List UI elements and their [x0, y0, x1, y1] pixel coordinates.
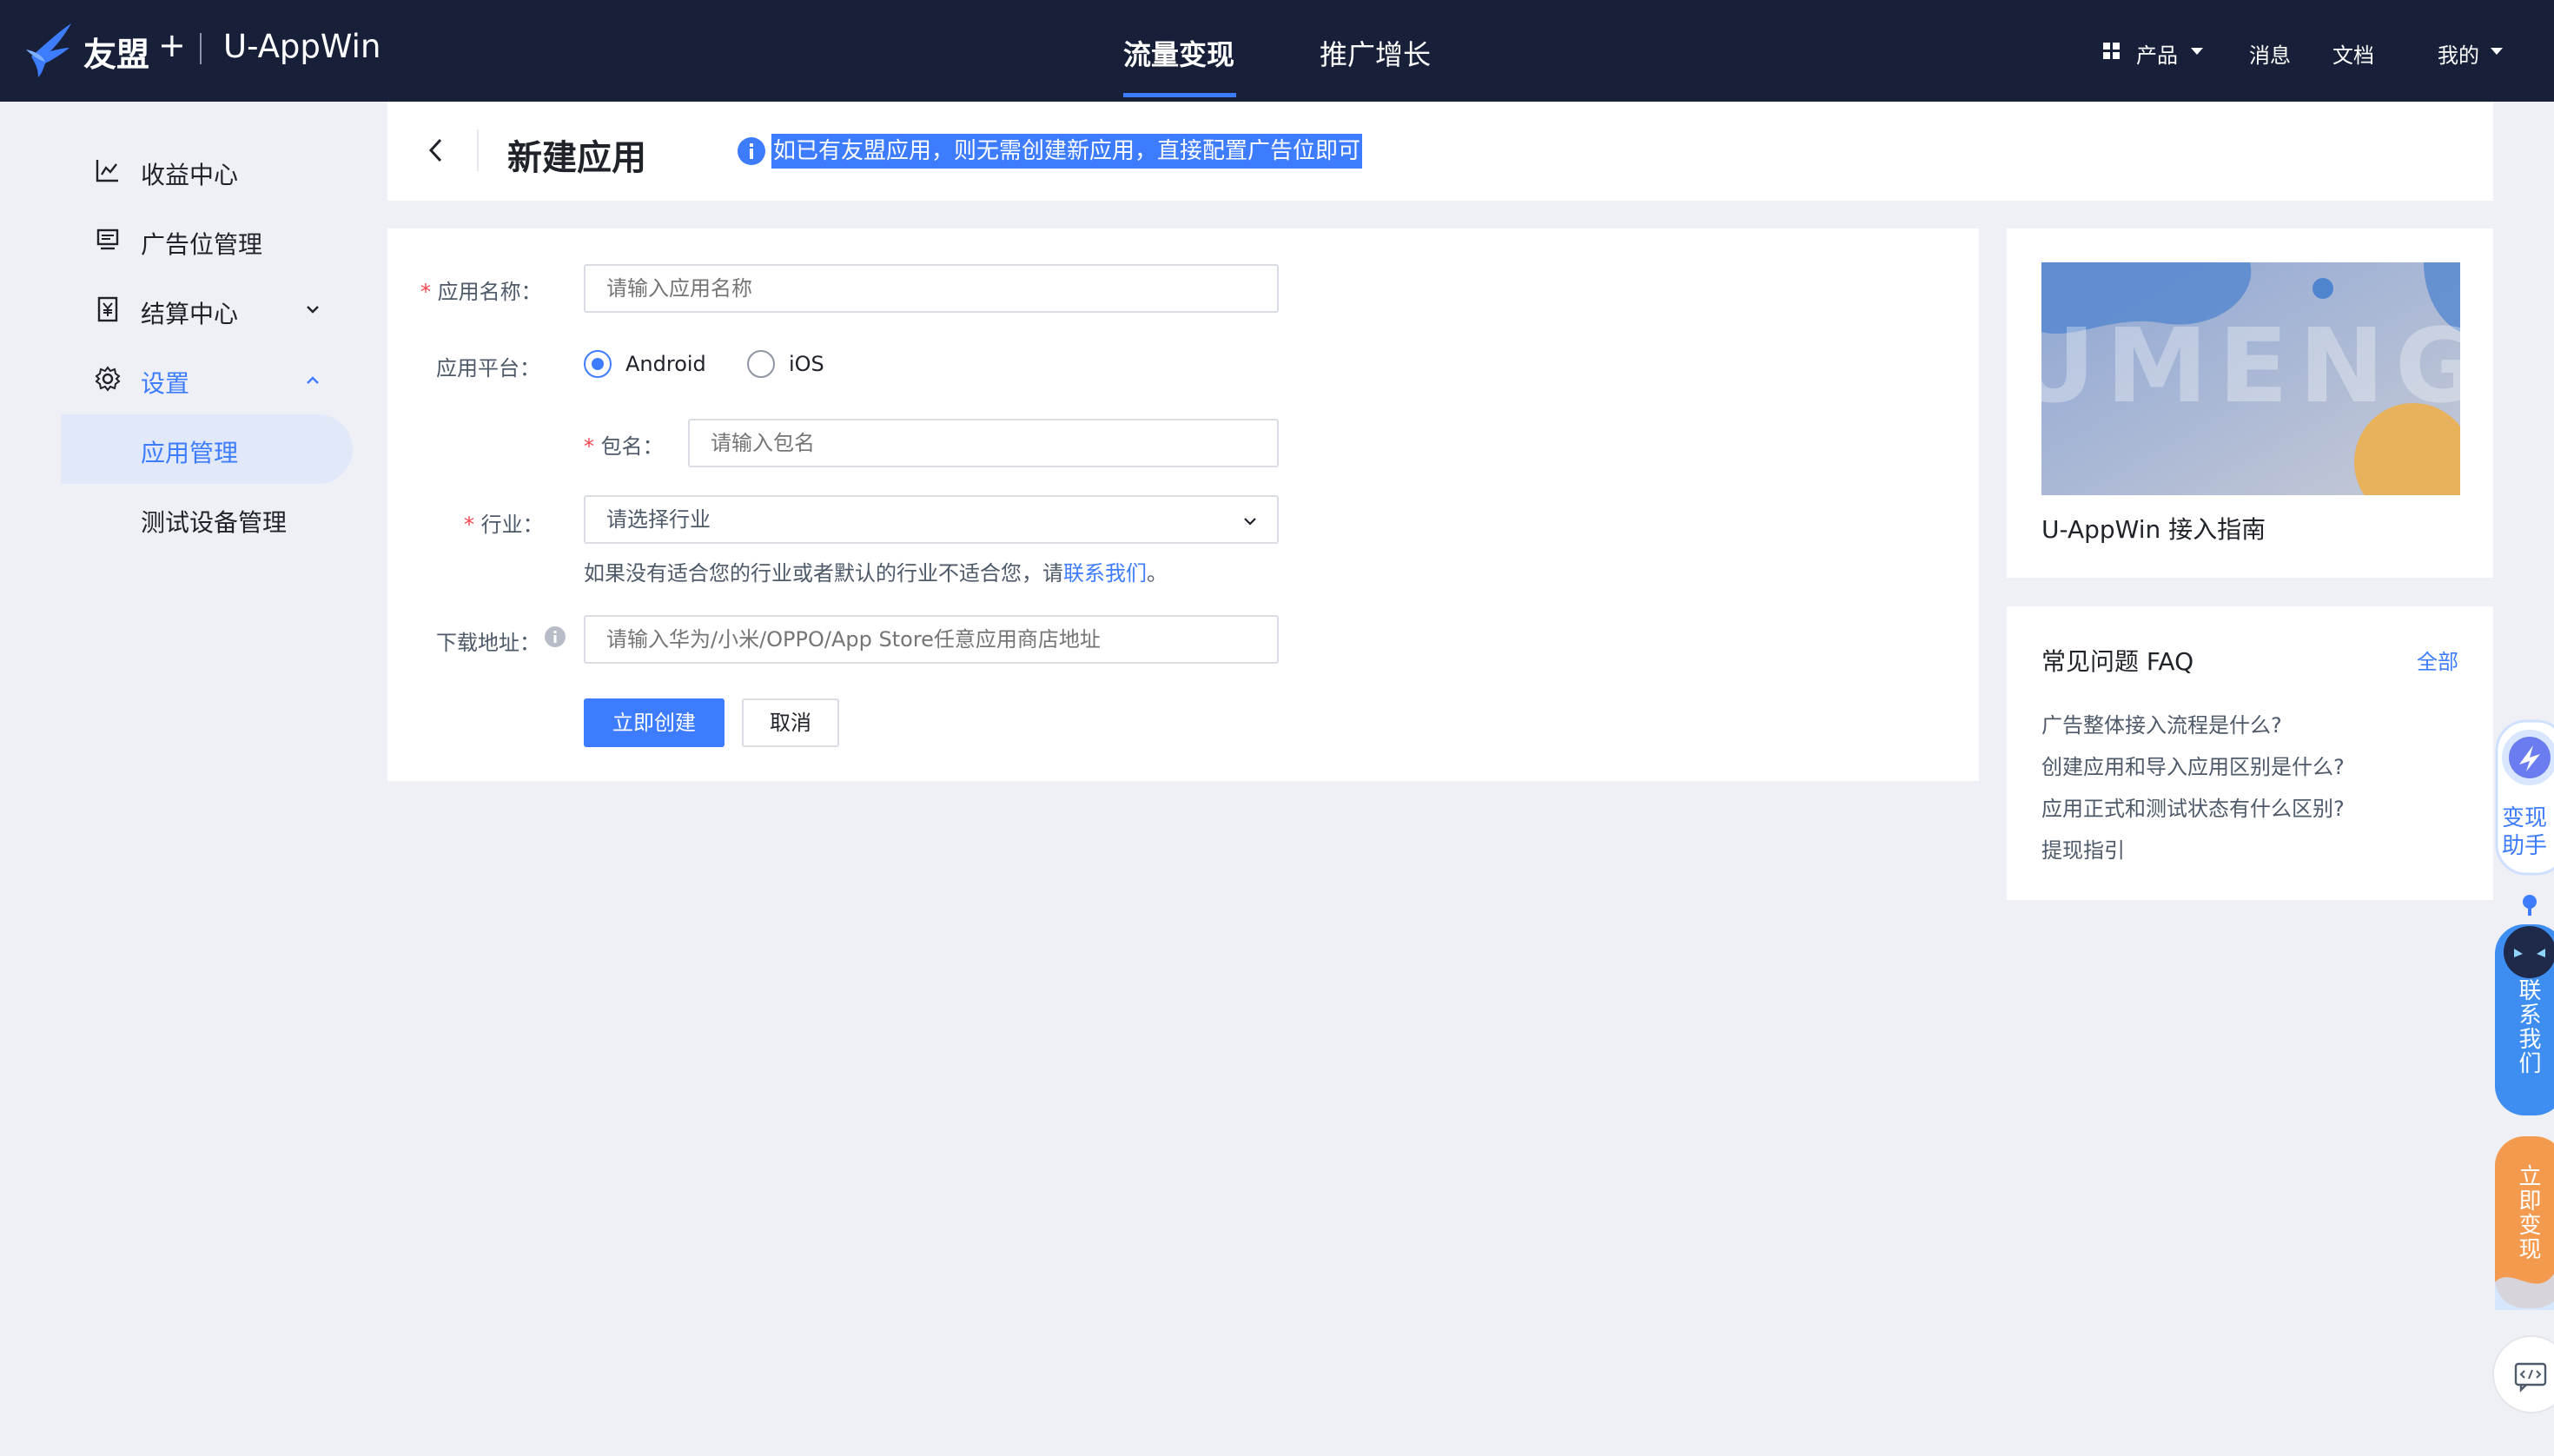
product-name[interactable]: U-AppWin — [223, 28, 380, 65]
sidebar-item-settlement[interactable]: 结算中心 — [141, 295, 238, 330]
assistant-label[interactable]: 变现助手 — [2502, 804, 2554, 860]
chevron-down-icon[interactable] — [302, 299, 323, 320]
required-mark: * — [584, 434, 594, 459]
yuan-receipt-icon — [97, 296, 118, 322]
my-account-menu[interactable]: 我的 — [2438, 38, 2479, 69]
back-arrow-icon[interactable] — [423, 135, 449, 166]
faq-title: 常见问题 FAQ — [2041, 647, 2194, 676]
products-menu[interactable]: 产品 — [2136, 38, 2178, 69]
page-header — [387, 102, 2493, 201]
info-tooltip-icon[interactable] — [544, 625, 566, 648]
industry-hint: 如果没有适合您的行业或者默认的行业不适合您，请联系我们。 — [584, 561, 1168, 586]
messages-link[interactable]: 消息 — [2249, 38, 2291, 69]
sidebar-item-revenue[interactable]: 收益中心 — [141, 156, 238, 191]
required-mark: * — [464, 513, 474, 537]
platform-label: 应用平台： — [436, 356, 540, 381]
contact-us-link[interactable]: 联系我们 — [1063, 561, 1147, 586]
faq-item[interactable]: 提现指引 — [2041, 833, 2125, 864]
sidebar-item-settings[interactable]: 设置 — [141, 365, 189, 400]
caret-down-icon[interactable] — [2191, 48, 2203, 55]
faq-all-link[interactable]: 全部 — [2417, 645, 2458, 675]
industry-select[interactable]: 请选择行业 — [584, 495, 1279, 544]
banner-watermark: UMENG — [2041, 306, 2460, 426]
chart-line-icon — [96, 160, 118, 182]
page-title: 新建应用 — [507, 138, 646, 178]
contact-us-label[interactable]: 联系我们 — [2512, 978, 2544, 1075]
header-divider — [477, 129, 479, 171]
sidebar-item-app-management[interactable]: 应用管理 — [141, 434, 238, 469]
tab-traffic-monetization[interactable]: 流量变现 — [1123, 33, 1234, 73]
app-name-input[interactable] — [584, 264, 1279, 313]
download-label: 下载地址： — [436, 631, 540, 655]
chevron-down-icon[interactable] — [1241, 512, 1260, 531]
radio-android[interactable] — [584, 350, 612, 378]
package-input[interactable] — [688, 419, 1279, 467]
create-now-button[interactable]: 立即创建 — [584, 698, 725, 747]
sidebar-item-ad-slots[interactable]: 广告位管理 — [141, 226, 262, 261]
logo-divider — [200, 33, 202, 64]
radio-ios-label[interactable]: iOS — [789, 352, 824, 376]
guide-title[interactable]: U-AppWin 接入指南 — [2041, 511, 2266, 546]
radio-ios[interactable] — [747, 350, 775, 378]
radio-android-label[interactable]: Android — [625, 352, 706, 376]
docs-link[interactable]: 文档 — [2332, 38, 2374, 69]
info-icon — [738, 137, 765, 165]
download-url-input[interactable] — [584, 615, 1279, 664]
guide-banner-image[interactable]: UMENG — [2041, 262, 2460, 495]
faq-item[interactable]: 创建应用和导入应用区别是什么? — [2041, 750, 2345, 780]
active-tab-indicator — [1123, 93, 1236, 97]
brand-name[interactable]: 友盟 — [83, 28, 149, 76]
sidebar-item-test-devices[interactable]: 测试设备管理 — [141, 504, 287, 539]
chevron-up-icon[interactable] — [302, 370, 323, 391]
package-label: * 包名： — [584, 434, 664, 459]
umeng-logo-icon[interactable] — [26, 22, 73, 79]
info-notice: 如已有友盟应用，则无需创建新应用，直接配置广告位即可 — [771, 134, 1363, 169]
cancel-button[interactable]: 取消 — [742, 698, 839, 747]
industry-label: * 行业： — [464, 513, 544, 537]
gear-icon — [95, 366, 121, 392]
monetize-now-label[interactable]: 立即变现 — [2512, 1164, 2544, 1261]
brand-plus: + — [158, 26, 186, 64]
required-mark: * — [420, 280, 431, 304]
monitor-icon — [96, 228, 119, 250]
caret-down-icon[interactable] — [2491, 48, 2503, 55]
tab-promotion-growth[interactable]: 推广增长 — [1320, 33, 1431, 73]
faq-item[interactable]: 广告整体接入流程是什么? — [2041, 708, 2282, 738]
grid-icon[interactable] — [2103, 43, 2121, 60]
feedback-code-icon[interactable] — [2491, 1334, 2554, 1414]
app-name-label: * 应用名称： — [420, 280, 542, 304]
faq-item[interactable]: 应用正式和测试状态有什么区别? — [2041, 791, 2345, 822]
